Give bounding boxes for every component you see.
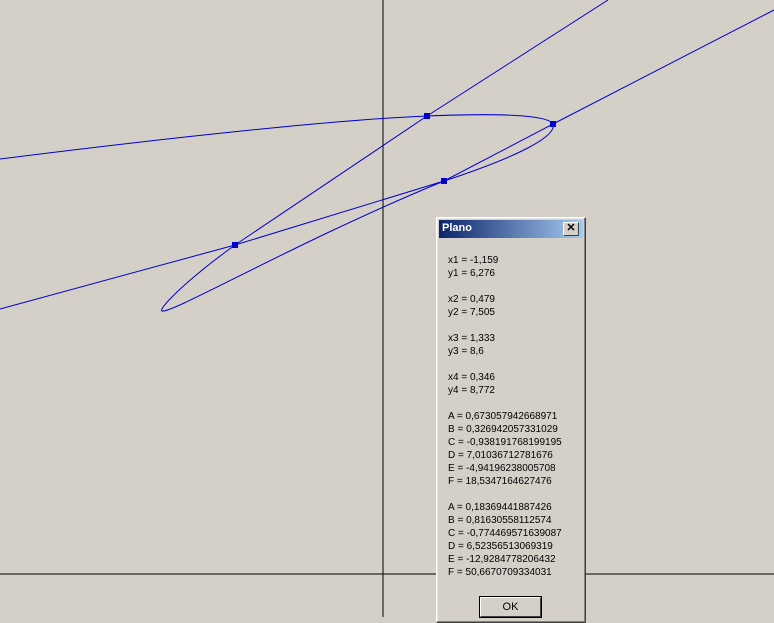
result-line: E = -12,9284778206432: [448, 554, 556, 565]
result-group: x2 = 0,479 y2 = 7,505: [448, 293, 562, 319]
result-group: x1 = -1,159 y1 = 6,276: [448, 254, 562, 280]
point-marker: [441, 178, 447, 184]
result-line: x1 = -1,159: [448, 255, 499, 266]
result-line: C = -0,938191768199195: [448, 437, 562, 448]
results-dialog: Plano ✕ x1 = -1,159 y1 = 6,276 x2 = 0,479 y…: [436, 217, 586, 623]
result-line: F = 50,6670709334031: [448, 567, 552, 578]
result-group: A = 0,673057942668971 B = 0,3269420573310…: [448, 410, 562, 488]
result-line: x4 = 0,346: [448, 372, 495, 383]
result-line: E = -4,94196238005708: [448, 463, 556, 474]
result-line: y4 = 8,772: [448, 385, 495, 396]
point-marker: [550, 121, 556, 127]
result-line: y2 = 7,505: [448, 307, 495, 318]
result-group: x3 = 1,333 y3 = 8,6: [448, 332, 562, 358]
result-line: x2 = 0,479: [448, 294, 495, 305]
close-button[interactable]: ✕: [563, 222, 579, 236]
result-line: F = 18,5347164627476: [448, 476, 552, 487]
result-line: D = 7,01036712781676: [448, 450, 553, 461]
dialog-titlebar[interactable]: Plano ✕: [439, 220, 583, 238]
results-text: x1 = -1,159 y1 = 6,276 x2 = 0,479 y2 = 7,50…: [448, 254, 562, 592]
result-line: B = 0,81630558112574: [448, 515, 552, 526]
dialog-title: Plano: [442, 222, 472, 234]
close-icon: ✕: [566, 222, 576, 234]
result-line: A = 0,673057942668971: [448, 411, 558, 422]
result-group: x4 = 0,346 y4 = 8,772: [448, 371, 562, 397]
point-marker: [232, 242, 238, 248]
conic-plot-canvas: [0, 0, 774, 617]
result-line: C = -0,774469571639087: [448, 528, 562, 539]
ok-button[interactable]: OK: [480, 597, 541, 617]
point-marker: [424, 113, 430, 119]
result-line: A = 0,18369441887426: [448, 502, 552, 513]
result-line: B = 0,326942057331029: [448, 424, 558, 435]
result-line: x3 = 1,333: [448, 333, 495, 344]
result-line: D = 6,52356513069319: [448, 541, 553, 552]
result-group: A = 0,18369441887426 B = 0,81630558112574…: [448, 501, 562, 579]
result-line: y1 = 6,276: [448, 268, 495, 279]
result-line: y3 = 8,6: [448, 346, 484, 357]
